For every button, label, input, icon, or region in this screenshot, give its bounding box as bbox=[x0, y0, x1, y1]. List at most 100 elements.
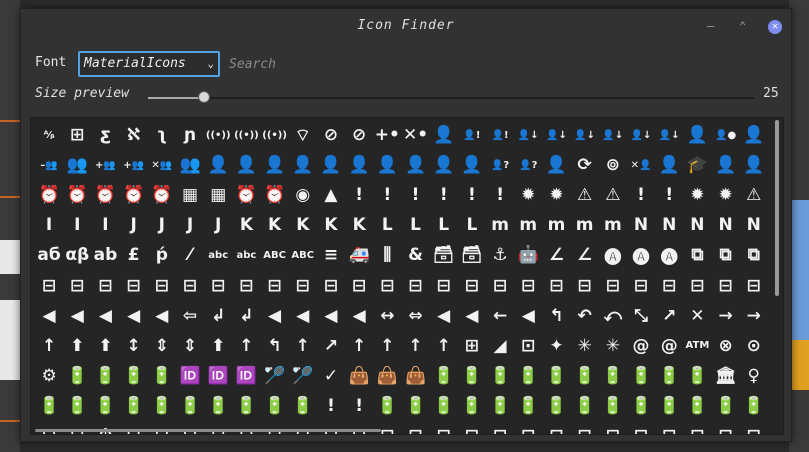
icon-cell[interactable]: 👤 bbox=[204, 150, 232, 180]
icon-cell[interactable]: 🆔 bbox=[176, 361, 204, 391]
icon-cell[interactable]: m bbox=[571, 210, 599, 240]
icon-cell[interactable]: 🔋 bbox=[232, 391, 260, 421]
icon-cell[interactable]: ! bbox=[345, 391, 373, 421]
icon-cell[interactable]: ◀ bbox=[458, 301, 486, 331]
icon-cell[interactable]: ⌔ bbox=[289, 120, 317, 150]
icon-cell[interactable]: ⫼ bbox=[373, 240, 401, 270]
icon-cell[interactable]: ↑ bbox=[401, 331, 429, 361]
icon-cell[interactable]: ⊟ bbox=[712, 270, 740, 300]
icon-cell[interactable]: ⊟ bbox=[373, 270, 401, 300]
icon-cell[interactable]: 🏸 bbox=[261, 361, 289, 391]
icon-cell[interactable]: ◀ bbox=[289, 301, 317, 331]
icon-cell[interactable]: 👜 bbox=[373, 361, 401, 391]
icon-cell[interactable]: ((•)) bbox=[204, 120, 232, 150]
icon-cell[interactable]: ⊟ bbox=[430, 421, 458, 434]
icon-cell[interactable]: 🔋 bbox=[148, 361, 176, 391]
icon-cell[interactable]: ⊟ bbox=[148, 270, 176, 300]
icon-cell[interactable]: 👤↓ bbox=[571, 120, 599, 150]
icon-cell[interactable]: ⤡ bbox=[627, 301, 655, 331]
icon-cell[interactable]: abc bbox=[232, 240, 260, 270]
icon-cell[interactable]: ⊟ bbox=[345, 270, 373, 300]
icon-cell[interactable]: J bbox=[204, 210, 232, 240]
icon-cell[interactable]: m bbox=[542, 210, 570, 240]
icon-cell[interactable]: → bbox=[740, 301, 768, 331]
icon-cell[interactable]: I bbox=[63, 210, 91, 240]
icon-cell[interactable]: ◀ bbox=[120, 301, 148, 331]
icon-cell[interactable]: ∠ bbox=[542, 240, 570, 270]
icon-cell[interactable]: αβ bbox=[63, 240, 91, 270]
icon-cell[interactable]: ⟳ bbox=[571, 150, 599, 180]
icon-cell[interactable]: 🔋 bbox=[514, 391, 542, 421]
icon-cell[interactable]: 🔋 bbox=[712, 391, 740, 421]
icon-cell[interactable]: I bbox=[91, 210, 119, 240]
icon-cell[interactable]: ⚙ bbox=[35, 361, 63, 391]
icon-cell[interactable]: ! bbox=[655, 180, 683, 210]
size-slider-track[interactable] bbox=[148, 97, 754, 99]
icon-cell[interactable]: 👤 bbox=[740, 120, 768, 150]
icon-cell[interactable]: @ bbox=[655, 331, 683, 361]
vertical-scrollbar[interactable] bbox=[775, 120, 779, 296]
icon-cell[interactable]: ⏱ bbox=[91, 421, 119, 434]
icon-cell[interactable]: ← bbox=[486, 301, 514, 331]
icon-cell[interactable]: ⁄ bbox=[176, 240, 204, 270]
icon-cell[interactable]: 🆔 bbox=[204, 361, 232, 391]
icon-cell[interactable]: ƹ bbox=[91, 120, 119, 150]
icon-cell[interactable]: 👤 bbox=[542, 150, 570, 180]
icon-cell[interactable]: ✹ bbox=[514, 180, 542, 210]
icon-cell[interactable]: ⬆ bbox=[204, 331, 232, 361]
icon-cell[interactable]: ⧉ bbox=[683, 240, 711, 270]
icon-cell[interactable]: 🎓 bbox=[683, 150, 711, 180]
icon-cell[interactable]: ⊟ bbox=[627, 421, 655, 434]
icon-cell[interactable]: ⇕ bbox=[176, 331, 204, 361]
icon-cell[interactable]: 🔋 bbox=[204, 391, 232, 421]
icon-cell[interactable]: ◀ bbox=[345, 301, 373, 331]
icon-cell[interactable]: ⊟ bbox=[740, 270, 768, 300]
icon-cell[interactable]: 🏛 bbox=[712, 361, 740, 391]
icon-cell[interactable]: 🔋 bbox=[458, 361, 486, 391]
icon-cell[interactable]: +👥 bbox=[91, 150, 119, 180]
icon-cell[interactable]: N bbox=[683, 210, 711, 240]
icon-cell[interactable]: 🔋 bbox=[430, 391, 458, 421]
icon-cell[interactable]: ⊟ bbox=[373, 421, 401, 434]
icon-cell[interactable]: –👥 bbox=[35, 150, 63, 180]
icon-cell[interactable]: ⊟ bbox=[63, 421, 91, 434]
icon-cell[interactable]: ⏰ bbox=[63, 180, 91, 210]
icon-cell[interactable]: L bbox=[401, 210, 429, 240]
icon-cell[interactable]: 🆔 bbox=[232, 361, 260, 391]
icon-cell[interactable]: ≡ bbox=[317, 240, 345, 270]
icon-cell[interactable]: ✹ bbox=[683, 180, 711, 210]
icon-cell[interactable]: J bbox=[120, 210, 148, 240]
icon-cell[interactable]: ◀ bbox=[148, 301, 176, 331]
icon-cell[interactable]: ⊟ bbox=[458, 270, 486, 300]
icon-cell[interactable]: ⊟ bbox=[514, 270, 542, 300]
icon-cell[interactable]: m bbox=[514, 210, 542, 240]
icon-cell[interactable]: 👤 bbox=[740, 150, 768, 180]
icon-cell[interactable]: ↑ bbox=[232, 331, 260, 361]
icon-cell[interactable]: ((•)) bbox=[261, 120, 289, 150]
icon-cell[interactable]: 👜 bbox=[401, 361, 429, 391]
icon-cell[interactable]: 🔋 bbox=[655, 361, 683, 391]
icon-cell[interactable]: N bbox=[627, 210, 655, 240]
icon-cell[interactable]: K bbox=[232, 210, 260, 240]
icon-cell[interactable]: 🔋 bbox=[599, 361, 627, 391]
icon-cell[interactable]: 🔋 bbox=[683, 391, 711, 421]
icon-cell[interactable]: 🔋 bbox=[261, 391, 289, 421]
icon-cell[interactable]: 🔋 bbox=[289, 391, 317, 421]
icon-cell[interactable]: & bbox=[401, 240, 429, 270]
icon-cell[interactable]: ◉ bbox=[289, 180, 317, 210]
icon-cell[interactable]: 👤? bbox=[514, 150, 542, 180]
icon-cell[interactable]: ATM bbox=[683, 331, 711, 361]
icon-cell[interactable]: ⇕ bbox=[148, 331, 176, 361]
icon-cell[interactable]: 👤! bbox=[486, 120, 514, 150]
icon-cell[interactable]: ⊟ bbox=[655, 421, 683, 434]
icon-cell[interactable]: ▦ bbox=[176, 180, 204, 210]
icon-cell[interactable]: → bbox=[712, 301, 740, 331]
icon-cell[interactable]: ! bbox=[373, 180, 401, 210]
icon-cell[interactable]: N bbox=[712, 210, 740, 240]
font-select[interactable]: MaterialIcons ⌄ bbox=[78, 51, 220, 77]
icon-cell[interactable]: ↲ bbox=[204, 301, 232, 331]
icon-cell[interactable]: 👤 bbox=[712, 150, 740, 180]
icon-cell[interactable]: ⚠ bbox=[740, 180, 768, 210]
icon-cell[interactable]: I bbox=[35, 210, 63, 240]
icon-cell[interactable]: ◀ bbox=[261, 301, 289, 331]
